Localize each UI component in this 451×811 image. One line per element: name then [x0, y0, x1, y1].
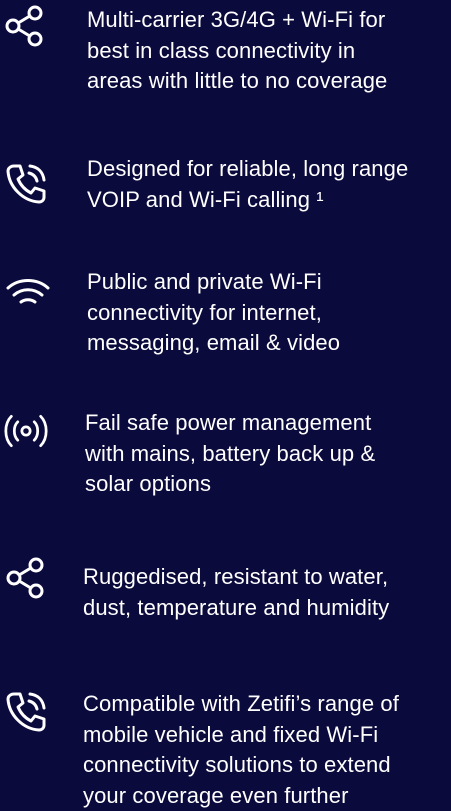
feature-line: messaging, email & video: [87, 330, 341, 355]
feature-line: solar options: [85, 471, 212, 496]
feature-description: Multi-carrier 3G/4G + Wi-Fi for best in …: [87, 5, 387, 97]
feature-description: Public and private Wi-Fi connectivity fo…: [87, 267, 340, 359]
feature-line: Compatible with Zetifi’s range of: [83, 691, 399, 716]
broadcast-icon: [4, 409, 48, 453]
feature-line: Public and private Wi-Fi: [87, 269, 322, 294]
share-icon: [4, 4, 48, 48]
features-page: Multi-carrier 3G/4G + Wi-Fi for best in …: [0, 0, 451, 811]
feature-line: connectivity for internet,: [87, 299, 322, 325]
feature-line: VOIP and Wi-Fi calling ¹: [87, 186, 324, 212]
feature-line: areas with little to no coverage: [87, 68, 388, 93]
feature-description: Fail safe power management with mains, b…: [85, 408, 375, 500]
phone-call-icon: [4, 162, 48, 206]
feature-line: mobile vehicle and fixed Wi-Fi: [83, 721, 379, 747]
wifi-icon: [6, 272, 50, 316]
feature-line: with mains, battery back up &: [85, 440, 376, 466]
phone-call-icon: [4, 690, 48, 734]
share-icon: [5, 556, 49, 600]
feature-line: best in class connectivity in: [87, 37, 356, 63]
feature-line: Ruggedised, resistant to water,: [83, 564, 389, 589]
feature-line: Designed for reliable, long range: [87, 156, 409, 181]
feature-description: Compatible with Zetifi’s range of mobile…: [83, 689, 399, 811]
feature-line: Multi-carrier 3G/4G + Wi-Fi for: [87, 7, 386, 32]
feature-line: dust, temperature and humidity: [83, 594, 390, 620]
feature-line: connectivity solutions to extend: [83, 752, 391, 777]
feature-description: Designed for reliable, long range VOIP a…: [87, 154, 408, 215]
feature-description: Ruggedised, resistant to water, dust, te…: [83, 562, 389, 623]
feature-line: your coverage even further: [83, 782, 349, 808]
feature-line: Fail safe power management: [85, 410, 372, 435]
